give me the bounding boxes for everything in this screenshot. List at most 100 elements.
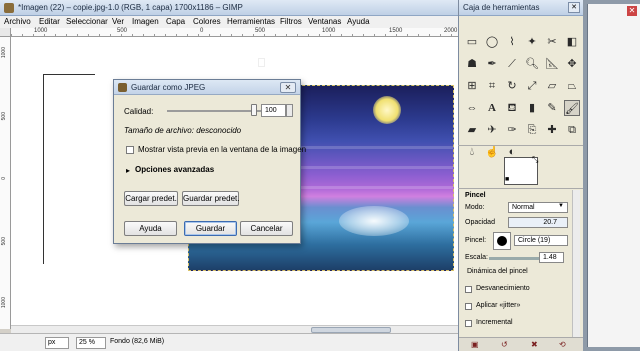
- load-defaults-button[interactable]: Cargar predet.: [124, 191, 178, 206]
- zoom-select[interactable]: 25 %: [76, 337, 106, 349]
- opacity-label: Opacidad: [465, 219, 495, 226]
- scale-input[interactable]: 1.48: [539, 252, 564, 263]
- pencil-icon[interactable]: ✎: [544, 100, 560, 116]
- ink-icon[interactable]: ✑: [504, 122, 520, 138]
- save-jpeg-dialog: Guardar como JPEG ✕ Calidad: 100 Tamaño …: [113, 79, 306, 244]
- menu-colores[interactable]: Colores: [193, 17, 221, 26]
- clone-icon[interactable]: ⎘: [524, 122, 540, 138]
- horizontal-ruler[interactable]: 1000 500 0 500 1000 1500 2000: [11, 28, 459, 37]
- blend-icon[interactable]: ▮: [524, 100, 540, 116]
- help-button[interactable]: Ayuda: [124, 221, 177, 236]
- close-icon[interactable]: ✕: [280, 82, 296, 93]
- scale-label: Escala:: [465, 254, 488, 261]
- dynamics-expander[interactable]: Dinámica del pincel: [467, 268, 528, 275]
- close-icon[interactable]: ✕: [568, 2, 580, 13]
- incremental-label[interactable]: Incremental: [476, 319, 513, 326]
- menu-archivo[interactable]: Archivo: [4, 17, 31, 26]
- paintbrush-icon[interactable]: 🖌︎: [564, 100, 580, 116]
- menu-herramientas[interactable]: Herramientas: [227, 17, 275, 26]
- dialog-titlebar[interactable]: Guardar como JPEG ✕: [114, 80, 300, 95]
- preview-checkbox-label[interactable]: Mostrar vista previa en la ventana de la…: [138, 145, 306, 154]
- restore-options-icon[interactable]: ↺: [501, 340, 508, 349]
- menu-capa[interactable]: Capa: [166, 17, 185, 26]
- menu-editar[interactable]: Editar: [39, 17, 60, 26]
- swap-colors-icon[interactable]: ⤡: [532, 155, 538, 165]
- quality-slider-handle[interactable]: [251, 104, 257, 116]
- text-icon[interactable]: A: [484, 100, 500, 116]
- close-icon[interactable]: ✕: [627, 6, 637, 16]
- move-icon[interactable]: ✥: [564, 56, 580, 72]
- opacity-slider[interactable]: 20.7: [508, 217, 568, 228]
- preview-checkbox[interactable]: [126, 146, 134, 154]
- toolbox-bottom-bar: ▣ ↺ ✖ ⟲: [459, 337, 584, 351]
- perspective-clone-icon[interactable]: ⧉: [564, 122, 580, 138]
- menu-ver[interactable]: Ver: [112, 17, 124, 26]
- quality-spinner[interactable]: [286, 104, 293, 117]
- scale-icon[interactable]: ⤢: [524, 78, 540, 94]
- toolbox-separator: [458, 188, 583, 189]
- scissors-icon[interactable]: ✂: [544, 34, 560, 50]
- ellipse-select-icon[interactable]: ◯: [484, 34, 500, 50]
- menu-filtros[interactable]: Filtros: [280, 17, 302, 26]
- zoom-icon[interactable]: 🔍︎: [524, 56, 540, 72]
- save-button[interactable]: Guardar: [184, 221, 237, 236]
- window-titlebar[interactable]: *Imagen (22) – copie.jpg-1.0 (RGB, 1 cap…: [0, 0, 458, 16]
- rotate-icon[interactable]: ↻: [504, 78, 520, 94]
- bucket-fill-icon[interactable]: ⛾: [504, 100, 520, 116]
- menu-ayuda[interactable]: Ayuda: [347, 17, 370, 26]
- crop-icon[interactable]: ⌗: [484, 78, 500, 94]
- ruler-label: 500: [1, 112, 7, 121]
- brush-name-field[interactable]: Circle (19): [514, 235, 568, 246]
- ruler-label: 1000: [321, 28, 337, 34]
- fade-label[interactable]: Desvanecimiento: [476, 285, 530, 292]
- menu-imagen[interactable]: Imagen: [132, 17, 159, 26]
- eraser-icon[interactable]: ▰: [464, 122, 480, 138]
- ruler-label: 500: [116, 28, 129, 34]
- airbrush-icon[interactable]: ✈: [484, 122, 500, 138]
- blur-icon[interactable]: 💧︎: [464, 144, 480, 160]
- foreground-select-icon[interactable]: ☗: [464, 56, 480, 72]
- select-by-color-icon[interactable]: ◧: [564, 34, 580, 50]
- menubar: Archivo Editar Seleccionar Ver Imagen Ca…: [0, 16, 458, 28]
- perspective-icon[interactable]: ⏢: [564, 78, 580, 94]
- jitter-checkbox[interactable]: [465, 303, 472, 310]
- flip-icon[interactable]: ⇔: [464, 100, 480, 116]
- free-select-icon[interactable]: ⌇: [504, 34, 520, 50]
- unit-select[interactable]: px: [45, 337, 69, 349]
- save-defaults-button[interactable]: Guardar predet.: [182, 191, 239, 206]
- paths-icon[interactable]: ✒: [484, 56, 500, 72]
- toolbox-titlebar[interactable]: Caja de herramientas ✕: [459, 0, 583, 16]
- ruler-label: 500: [1, 237, 7, 246]
- measure-icon[interactable]: 📐︎: [544, 56, 560, 72]
- heal-icon[interactable]: ✚: [544, 122, 560, 138]
- quality-input[interactable]: 100: [261, 104, 286, 117]
- incremental-checkbox[interactable]: [465, 320, 472, 327]
- rect-select-icon[interactable]: ▭: [464, 34, 480, 50]
- color-picker-icon[interactable]: ⟋: [504, 56, 520, 72]
- menu-ventanas[interactable]: Ventanas: [308, 17, 341, 26]
- menu-seleccionar[interactable]: Seleccionar: [66, 17, 108, 26]
- advanced-options-expander[interactable]: Opciones avanzadas: [135, 165, 214, 174]
- delete-options-icon[interactable]: ✖: [531, 340, 538, 349]
- align-icon[interactable]: ⊞: [464, 78, 480, 94]
- smudge-icon[interactable]: ☝: [484, 144, 500, 160]
- reset-colors-icon[interactable]: ■: [505, 176, 509, 183]
- gimp-app-icon: [4, 3, 14, 13]
- scale-slider[interactable]: [489, 257, 539, 260]
- reset-options-icon[interactable]: ⟲: [559, 340, 566, 349]
- cancel-button[interactable]: Cancelar: [240, 221, 293, 236]
- mode-label: Modo:: [465, 204, 485, 211]
- brush-preview[interactable]: [493, 232, 511, 250]
- save-options-icon[interactable]: ▣: [471, 340, 479, 349]
- shear-icon[interactable]: ▱: [544, 78, 560, 94]
- fade-checkbox[interactable]: [465, 286, 472, 293]
- ruler-corner[interactable]: [0, 28, 11, 37]
- toolbox-separator: [458, 145, 583, 146]
- jitter-label[interactable]: Aplicar «jitter»: [476, 302, 520, 309]
- horizontal-scrollbar[interactable]: [11, 325, 458, 333]
- options-scrollbar[interactable]: [572, 190, 580, 340]
- chevron-down-icon[interactable]: ▼: [558, 203, 564, 209]
- fuzzy-select-icon[interactable]: ✦: [524, 34, 540, 50]
- expander-arrow-icon[interactable]: ▸: [126, 166, 130, 175]
- vertical-ruler[interactable]: 1000 500 0 500 1000: [0, 37, 11, 329]
